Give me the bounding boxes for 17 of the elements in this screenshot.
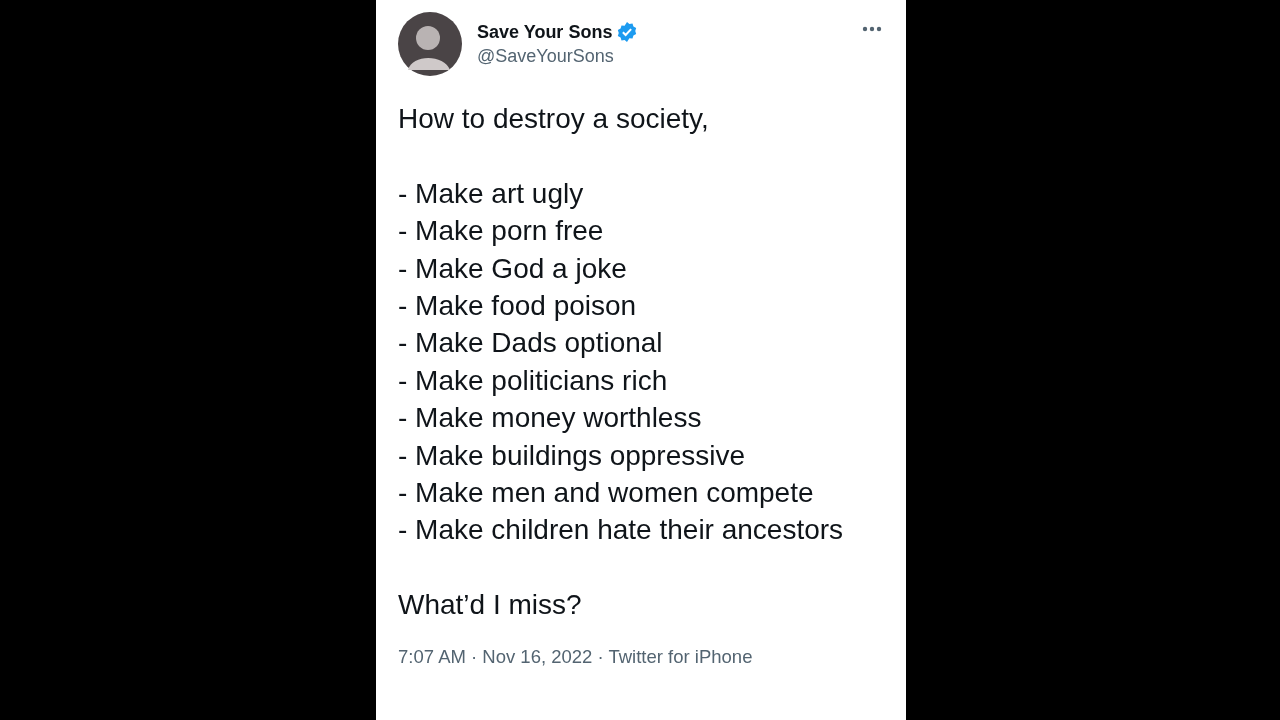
author-name: Save Your Sons (477, 21, 613, 43)
avatar (398, 12, 462, 76)
list-line: - Make food poison (398, 289, 638, 323)
tweet-timestamp: 7:07 AM · Nov 16, 2022 · Twitter for iPhone (398, 645, 754, 668)
tweet-text: How to destroy a society, (398, 102, 710, 136)
more-options-icon[interactable] (862, 26, 882, 32)
author-handle: @SaveYourSons (477, 46, 615, 67)
list-line: - Make Dads optional (398, 326, 664, 361)
list-line: - Make men and women compete (398, 476, 815, 511)
list-line: - Make children hate their ancestors (398, 513, 845, 548)
tweet-text: What’d I miss? (398, 588, 583, 623)
list-line: - Make porn free (398, 214, 605, 249)
list-line: - Make money worthless (398, 401, 703, 436)
list-line: - Make art ugly (398, 176, 585, 211)
list-line: - Make politicians rich (398, 363, 669, 398)
list-line: - Make God a joke (398, 251, 628, 286)
list-line: - Make buildings oppressive (398, 438, 747, 473)
